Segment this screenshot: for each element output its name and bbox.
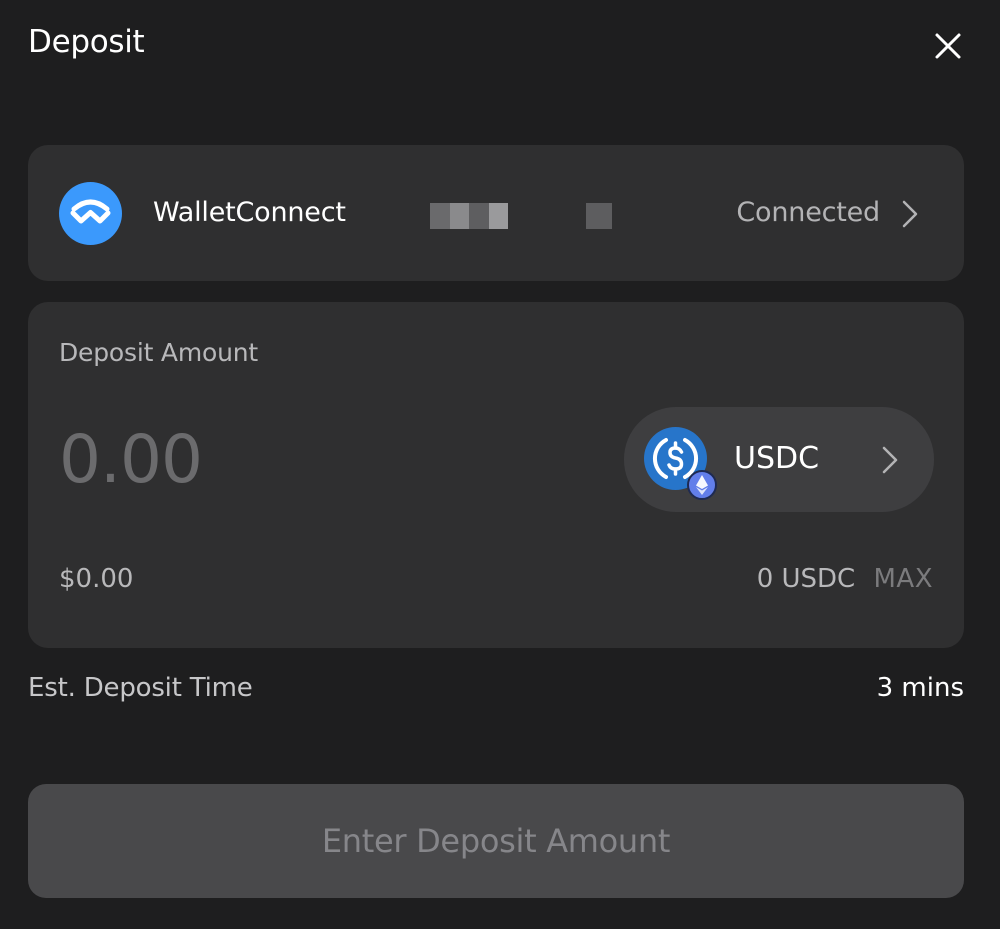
estimated-time-label: Est. Deposit Time xyxy=(28,673,253,703)
connection-status: Connected xyxy=(736,197,880,228)
token-selector[interactable]: USDC xyxy=(624,407,934,512)
close-button[interactable] xyxy=(930,28,966,64)
token-balance: 0 USDC xyxy=(756,564,856,594)
modal-title: Deposit xyxy=(28,24,145,60)
chevron-right-icon xyxy=(882,446,898,474)
usd-equivalent: $0.00 xyxy=(59,564,134,594)
submit-deposit-button[interactable]: Enter Deposit Amount xyxy=(28,784,964,898)
deposit-amount-card: Deposit Amount USDC $0.00 0 xyxy=(28,302,964,648)
deposit-modal: Deposit WalletConnect Connected Deposit … xyxy=(0,0,1000,929)
ethereum-icon xyxy=(687,470,717,500)
wallet-name: WalletConnect xyxy=(153,197,346,228)
walletconnect-logo-icon xyxy=(59,182,122,245)
max-button[interactable]: MAX xyxy=(873,564,933,594)
deposit-amount-label: Deposit Amount xyxy=(59,338,258,367)
deposit-amount-input[interactable] xyxy=(59,414,579,504)
close-icon xyxy=(935,33,961,59)
chevron-right-icon xyxy=(902,200,918,228)
redacted-address-part xyxy=(586,203,612,229)
token-symbol: USDC xyxy=(734,441,820,476)
balance-row: 0 USDC MAX xyxy=(757,564,933,594)
estimated-time-value: 3 mins xyxy=(876,673,964,703)
redacted-address xyxy=(430,203,508,229)
wallet-connection-row[interactable]: WalletConnect Connected xyxy=(28,145,964,281)
